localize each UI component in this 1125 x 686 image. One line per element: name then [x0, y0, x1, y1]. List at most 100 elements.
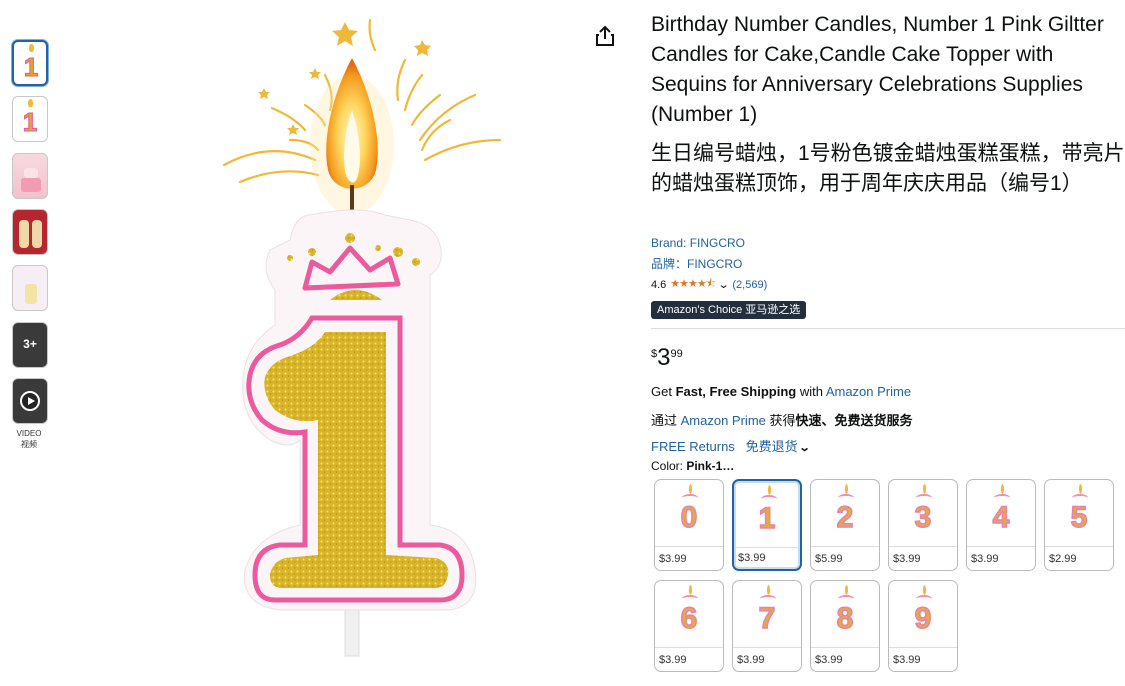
prime-link[interactable]: Amazon Prime — [826, 384, 911, 399]
free-returns-link[interactable]: FREE Returns — [651, 439, 735, 454]
swatch-digit: 5 — [1070, 500, 1088, 535]
divider — [733, 647, 801, 648]
shipping-zh-bold: 快速、免费送货服务 — [795, 413, 913, 428]
flame-icon — [768, 485, 771, 495]
flame-icon — [1001, 484, 1004, 494]
returns-line[interactable]: FREE Returns 免费退货⌄ — [651, 436, 810, 455]
swatch-price: $3.99 — [737, 654, 765, 666]
main-product-image[interactable] — [200, 0, 600, 681]
share-icon[interactable] — [594, 24, 616, 48]
candle-digit-thumb: 1 — [23, 52, 39, 83]
shipping-line: Get Fast, Free Shipping with Amazon Prim… — [651, 384, 911, 399]
swatch-price: $3.99 — [815, 654, 843, 666]
amazons-choice-badge: Amazon's Choice 亚马逊之选 — [651, 301, 807, 319]
shipping-line-zh: 通过 Amazon Prime 获得快速、免费送货服务 — [651, 410, 913, 429]
flame-icon — [923, 585, 926, 595]
free-returns-zh-link[interactable]: 免费退货 — [746, 439, 798, 454]
swatch-5[interactable]: 5 $2.99 — [1044, 479, 1114, 571]
flame-icon — [689, 484, 692, 494]
candle-shape — [25, 284, 37, 304]
flame-icon — [1079, 484, 1082, 494]
swatch-digit: 8 — [836, 601, 854, 636]
swatch-digit: 6 — [680, 601, 698, 636]
video-label-en: VIDEO — [16, 429, 42, 438]
swatch-9[interactable]: 9 $3.99 — [888, 580, 958, 672]
brand-link[interactable]: Brand: FINGCRO — [651, 236, 745, 250]
flame-icon — [845, 585, 848, 595]
flame-icon — [28, 99, 33, 107]
swatch-price: $2.99 — [1049, 553, 1077, 565]
swatch-price: $3.99 — [893, 654, 921, 666]
swatch-digit: 2 — [836, 500, 854, 535]
swatch-3[interactable]: 3 $3.99 — [888, 479, 958, 571]
price-whole: 3 — [657, 344, 671, 371]
flame-icon — [767, 585, 770, 595]
star-rating-icon: ★★★★⯪ — [670, 278, 716, 290]
swatch-6[interactable]: 6 $3.99 — [654, 580, 724, 672]
shipping-with: with — [796, 384, 826, 399]
thumbnail-1[interactable]: 1 — [12, 40, 48, 86]
shipping-get: Get — [651, 384, 676, 399]
brand-link-zh[interactable]: 品牌：FINGCRO — [651, 255, 742, 272]
shipping-fast-free: Fast, Free Shipping — [675, 384, 797, 399]
candle-left — [19, 220, 29, 248]
thumbnail-2[interactable]: 1 — [12, 96, 48, 142]
flame-icon — [29, 44, 34, 52]
divider — [811, 647, 879, 648]
color-label: Color: Pink-1… — [651, 459, 734, 473]
product-title-zh: 生日编号蜡烛，1号粉色镀金蜡烛蛋糕蛋糕，带亮片的蜡烛蛋糕顶饰，用于周年庆庆用品（… — [651, 142, 1125, 195]
color-label-text: Color: — [651, 459, 687, 473]
shipping-zh-prefix: 通过 — [651, 413, 681, 428]
thumbnail-more[interactable]: 3+ — [12, 322, 48, 368]
swatch-digit: 7 — [758, 601, 776, 636]
swatch-price: $3.99 — [893, 553, 921, 565]
price-fraction: 99 — [670, 348, 683, 360]
swatch-7[interactable]: 7 $3.99 — [732, 580, 802, 672]
cake-top — [24, 168, 38, 178]
play-icon — [20, 391, 40, 411]
rating-row[interactable]: 4.6 ★★★★⯪ ⌄ (2,569) — [651, 275, 767, 294]
divider — [734, 547, 800, 548]
flame-icon — [923, 484, 926, 494]
divider — [655, 546, 723, 547]
swatch-price: $3.99 — [971, 553, 999, 565]
candle-right — [32, 220, 42, 248]
swatch-price: $3.99 — [738, 552, 766, 564]
flame-icon — [845, 484, 848, 494]
thumbnail-5[interactable] — [12, 265, 48, 311]
more-images-count: 3+ — [23, 337, 37, 351]
swatch-price: $5.99 — [815, 553, 843, 565]
divider — [889, 546, 957, 547]
cake-base — [21, 178, 41, 192]
product-title: Birthday Number Candles, Number 1 Pink G… — [651, 13, 1104, 126]
swatch-digit: 3 — [914, 500, 932, 535]
rating-count[interactable]: (2,569) — [732, 279, 767, 291]
price-symbol: $ — [651, 348, 658, 360]
divider — [655, 647, 723, 648]
swatch-4[interactable]: 4 $3.99 — [966, 479, 1036, 571]
swatch-price: $3.99 — [659, 654, 687, 666]
prime-link-zh[interactable]: Amazon Prime — [681, 413, 766, 428]
swatch-8[interactable]: 8 $3.99 — [810, 580, 880, 672]
swatch-1[interactable]: 1 $3.99 — [732, 479, 802, 571]
divider — [811, 546, 879, 547]
price: $399 — [651, 344, 683, 372]
divider — [1045, 546, 1113, 547]
swatch-0[interactable]: 0 $3.99 — [654, 479, 724, 571]
thumbnail-video[interactable] — [12, 378, 48, 424]
divider — [651, 328, 1125, 329]
video-label-zh: 视频 — [21, 440, 37, 449]
thumbnail-3[interactable] — [12, 153, 48, 199]
thumbnail-4[interactable] — [12, 209, 48, 255]
candle-number-1-image — [222, 18, 502, 657]
swatch-2[interactable]: 2 $5.99 — [810, 479, 880, 571]
swatch-digit: 0 — [680, 500, 698, 535]
chevron-down-icon[interactable]: ⌄ — [798, 441, 810, 454]
divider — [889, 647, 957, 648]
video-label: VIDEO 视频 — [12, 428, 46, 450]
swatch-price: $3.99 — [659, 553, 687, 565]
swatch-digit: 1 — [758, 501, 776, 536]
candle-digit-thumb: 1 — [22, 107, 38, 138]
chevron-down-icon[interactable]: ⌄ — [718, 278, 730, 291]
color-selected-value: Pink-1… — [686, 459, 735, 473]
